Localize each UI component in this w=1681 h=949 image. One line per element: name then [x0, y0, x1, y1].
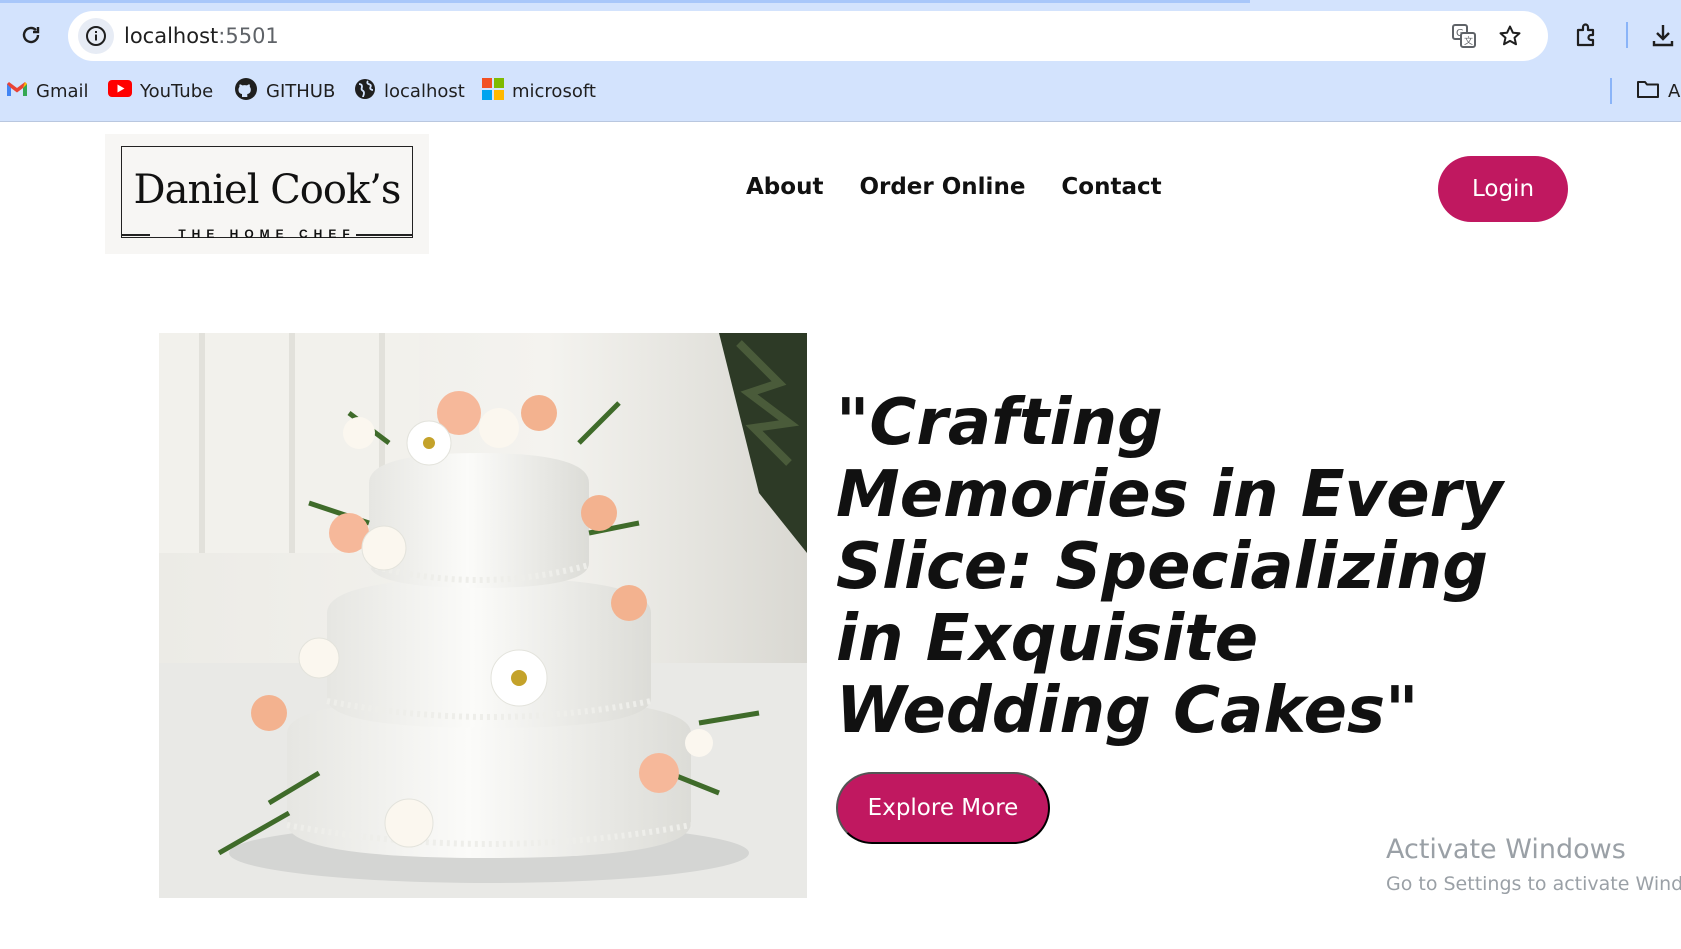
globe-icon — [354, 78, 376, 105]
reload-icon[interactable] — [16, 20, 46, 50]
loading-bar — [0, 0, 1250, 3]
bookmark-star-icon[interactable] — [1496, 22, 1524, 50]
bookmark-label: GITHUB — [266, 80, 336, 102]
url-host: localhost — [124, 24, 219, 48]
site-info-icon[interactable] — [78, 18, 114, 54]
bookmark-microsoft[interactable]: microsoft — [482, 77, 596, 105]
bookmark-label: localhost — [384, 80, 465, 102]
address-bar[interactable]: localhost:5501 G文 — [68, 11, 1548, 61]
bookmark-label: YouTube — [140, 80, 214, 102]
explore-more-button[interactable]: Explore More — [836, 772, 1050, 844]
youtube-icon — [108, 80, 132, 102]
microsoft-icon — [482, 77, 504, 105]
nav-order-online[interactable]: Order Online — [859, 174, 1025, 210]
logo-name: Daniel Cook’s — [133, 167, 402, 213]
bookmark-localhost[interactable]: localhost — [354, 78, 465, 104]
watermark-title: Activate Windows — [1386, 834, 1626, 865]
logo-rule-right — [356, 234, 412, 236]
extensions-icon[interactable] — [1572, 20, 1602, 50]
hero-headline: "Crafting Memories in Every Slice: Speci… — [836, 386, 1503, 748]
github-icon — [234, 77, 258, 106]
gmail-icon — [6, 81, 28, 102]
browser-chrome: localhost:5501 G文 Gmail YouTube GITHUB l… — [0, 0, 1681, 122]
nav-contact[interactable]: Contact — [1061, 174, 1161, 210]
translate-icon[interactable]: G文 — [1450, 22, 1478, 50]
bookmark-label: Gmail — [36, 80, 89, 102]
hero-cake-image — [159, 333, 807, 898]
site-logo[interactable]: Daniel Cook’s THE HOME CHEF — [105, 134, 429, 254]
url-text[interactable]: localhost:5501 — [124, 24, 279, 48]
bookmark-gmail[interactable]: Gmail — [6, 78, 89, 104]
bookmarks-divider — [1610, 78, 1612, 104]
main-nav: About Order Online Contact — [746, 174, 1162, 210]
bookmark-label: A — [1668, 80, 1681, 102]
download-icon[interactable] — [1648, 20, 1678, 50]
bookmarks-bar: Gmail YouTube GITHUB localhost microsoft — [0, 74, 1681, 108]
bookmark-label: microsoft — [512, 80, 596, 102]
svg-text:文: 文 — [1464, 35, 1473, 47]
toolbar-divider — [1626, 22, 1628, 48]
bookmark-github[interactable]: GITHUB — [234, 77, 336, 106]
page-content: Daniel Cook’s THE HOME CHEF About Order … — [0, 122, 1681, 949]
folder-icon — [1636, 79, 1660, 104]
bookmark-youtube[interactable]: YouTube — [108, 78, 213, 104]
nav-about[interactable]: About — [746, 174, 823, 210]
activate-windows-watermark: Activate Windows Go to Settings to activ… — [1386, 834, 1681, 895]
browser-toolbar: localhost:5501 G文 — [0, 8, 1681, 62]
login-button[interactable]: Login — [1438, 156, 1568, 222]
url-port: :5501 — [218, 24, 279, 48]
watermark-subtitle: Go to Settings to activate Windows. — [1386, 873, 1681, 895]
bookmark-all-bookmarks[interactable]: A — [1636, 78, 1680, 104]
logo-frame: Daniel Cook’s THE HOME CHEF — [121, 146, 413, 241]
